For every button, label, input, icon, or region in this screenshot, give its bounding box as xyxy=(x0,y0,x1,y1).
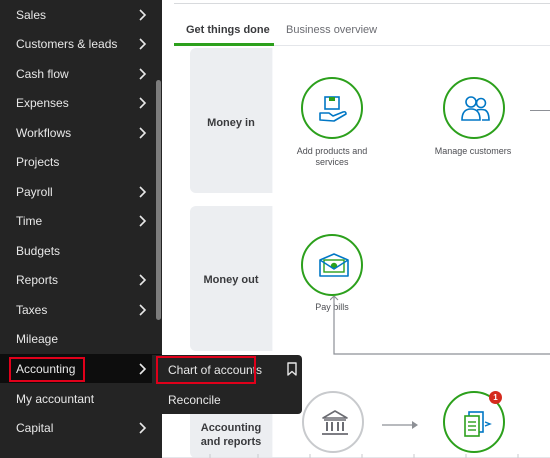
tab-business-overview[interactable]: Business overview xyxy=(286,24,377,36)
sidebar-item-label: Workflows xyxy=(16,125,72,140)
sidebar-item-label: Mileage xyxy=(16,331,59,346)
chevron-right-icon xyxy=(139,8,147,21)
notification-badge: 1 xyxy=(489,391,502,404)
add-products-label: Add products and services xyxy=(296,146,368,167)
sidebar-item-mileage[interactable]: Mileage xyxy=(0,324,162,353)
chevron-right-icon xyxy=(139,185,147,198)
sidebar-item-sales[interactable]: Sales xyxy=(0,0,162,29)
sidebar-item-label: Capital xyxy=(16,420,54,435)
sidebar-item-taxes[interactable]: Taxes xyxy=(0,295,162,324)
sidebar-item-label: Reports xyxy=(16,272,59,287)
bookmark-icon[interactable] xyxy=(286,362,298,376)
bottom-grid-marks xyxy=(162,454,550,458)
chevron-right-icon xyxy=(139,126,147,139)
chevron-right-icon xyxy=(139,214,147,227)
sidebar-item-my-accountant[interactable]: My accountant xyxy=(0,384,162,413)
section-label-money-in: Money in xyxy=(207,117,255,129)
top-rule xyxy=(174,0,550,4)
sidebar-item-payroll[interactable]: Payroll xyxy=(0,177,162,206)
sidebar-item-label: Taxes xyxy=(16,302,48,317)
bank-button[interactable] xyxy=(302,391,364,453)
section-label-accounting: Accounting and reports xyxy=(200,422,262,448)
chevron-right-icon xyxy=(139,273,147,286)
flow-arrow-right xyxy=(382,421,418,429)
chevron-right-icon xyxy=(139,362,147,375)
sidebar-item-label: Time xyxy=(16,213,43,228)
customers-icon xyxy=(461,96,490,121)
sidebar-item-label: Budgets xyxy=(16,243,61,258)
flow-connector xyxy=(530,110,550,111)
sidebar-item-projects[interactable]: Projects xyxy=(0,147,162,176)
chevron-right-icon xyxy=(139,67,147,80)
sidebar-item-label: My accountant xyxy=(16,391,95,406)
sidebar-item-workflows[interactable]: Workflows xyxy=(0,118,162,147)
chevron-right-icon xyxy=(139,37,147,50)
active-tab-underline xyxy=(174,43,274,46)
highlight-chart-of-accounts xyxy=(156,356,256,384)
sidebar-item-expenses[interactable]: Expenses xyxy=(0,88,162,117)
chevron-right-icon xyxy=(139,421,147,434)
sidebar-scrollbar[interactable] xyxy=(156,80,161,320)
add-products-button[interactable] xyxy=(301,77,363,139)
manage-customers-button[interactable] xyxy=(443,77,505,139)
pay-bills-button[interactable] xyxy=(301,234,363,296)
flow-return-arrow xyxy=(330,296,550,355)
sidebar-item-customers-leads[interactable]: Customers & leads xyxy=(0,29,162,58)
sidebar-item-label: Projects xyxy=(16,154,60,169)
flyout-item-reconcile[interactable]: Reconcile xyxy=(168,393,221,407)
chevron-right-icon xyxy=(139,96,147,109)
tab-get-things-done[interactable]: Get things done xyxy=(186,24,270,36)
sidebar-item-label: Payroll xyxy=(16,184,53,199)
product-box-icon xyxy=(319,96,347,122)
bank-icon xyxy=(322,410,348,435)
chevron-right-icon xyxy=(139,303,147,316)
manage-customers-label: Manage customers xyxy=(434,146,512,156)
sidebar-item-label: Expenses xyxy=(16,95,69,110)
pay-bills-icon xyxy=(319,253,349,277)
section-label-money-out: Money out xyxy=(203,274,259,286)
sidebar-item-label: Cash flow xyxy=(16,66,69,81)
sidebar-item-label: Sales xyxy=(16,7,47,22)
sidebar-item-cash-flow[interactable]: Cash flow xyxy=(0,59,162,88)
sidebar-item-budgets[interactable]: Budgets xyxy=(0,236,162,265)
sidebar-item-label: Customers & leads xyxy=(16,36,118,51)
sidebar-item-capital[interactable]: Capital xyxy=(0,413,162,442)
highlight-accounting xyxy=(9,357,85,382)
sidebar-item-reports[interactable]: Reports xyxy=(0,265,162,294)
sidebar-item-time[interactable]: Time xyxy=(0,206,162,235)
